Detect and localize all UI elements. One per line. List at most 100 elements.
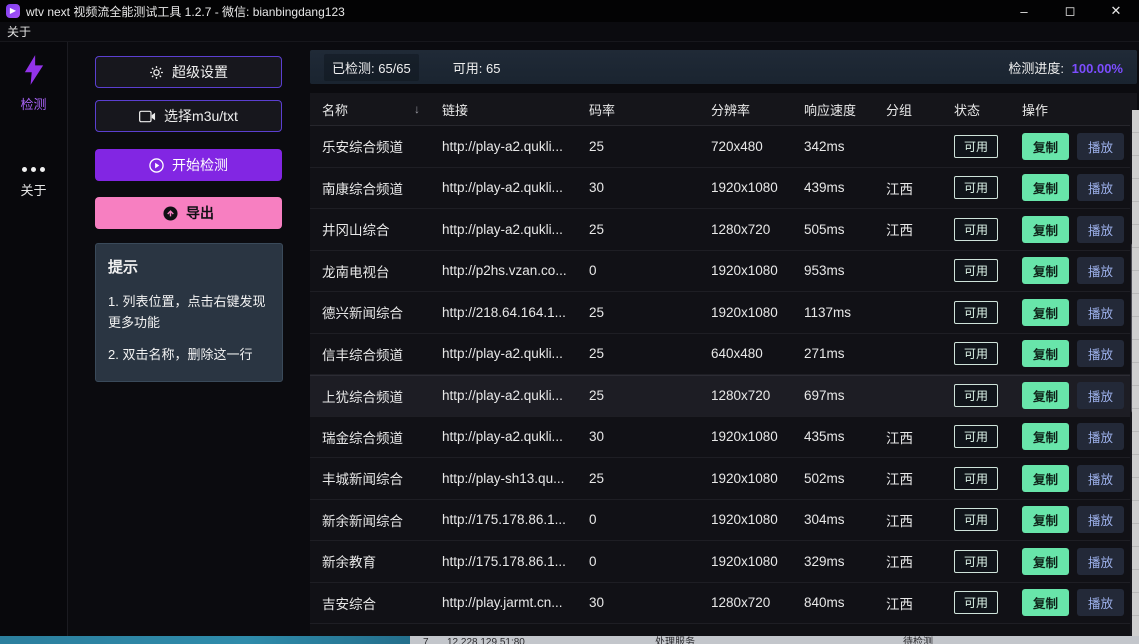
play-button[interactable]: 播放 <box>1077 423 1124 450</box>
bottom-edge: 7 12.228.129.51:80 处理服务 待检测 <box>0 636 1139 644</box>
table-row[interactable]: 南康综合频道 http://play-a2.qukli... 30 1920x1… <box>310 168 1137 210</box>
table-row[interactable]: 丰城新闻综合 http://play-sh13.qu... 25 1920x10… <box>310 458 1137 500</box>
cell-name[interactable]: 德兴新闻综合 <box>310 302 430 322</box>
header-response[interactable]: 响应速度 <box>792 100 874 119</box>
header-url[interactable]: 链接 <box>430 100 577 119</box>
checked-count: 已检测: 65/65 <box>324 54 419 81</box>
title-bar: ▶ wtv next 视频流全能测试工具 1.2.7 - 微信: bianbin… <box>0 0 1139 22</box>
status-badge: 可用 <box>954 259 998 282</box>
table-row[interactable]: 信丰综合频道 http://play-a2.qukli... 25 640x48… <box>310 334 1137 376</box>
table-row[interactable]: 龙南电视台 http://p2hs.vzan.co... 0 1920x1080… <box>310 251 1137 293</box>
cell-url: http://play-a2.qukli... <box>430 222 577 237</box>
cell-resolution: 1920x1080 <box>699 263 792 278</box>
cell-url: http://play-a2.qukli... <box>430 388 577 403</box>
cell-resolution: 1920x1080 <box>699 305 792 320</box>
cell-resolution: 720x480 <box>699 139 792 154</box>
play-button[interactable]: 播放 <box>1077 382 1124 409</box>
start-check-button[interactable]: 开始检测 <box>95 149 282 181</box>
sidebar-item-about[interactable]: 关于 <box>20 157 46 199</box>
cell-name[interactable]: 新余新闻综合 <box>310 510 430 530</box>
app-window: ▶ wtv next 视频流全能测试工具 1.2.7 - 微信: bianbin… <box>0 0 1139 644</box>
cell-bitrate: 25 <box>577 139 699 154</box>
copy-button[interactable]: 复制 <box>1022 548 1069 575</box>
cell-url: http://175.178.86.1... <box>430 512 577 527</box>
table-row[interactable]: 乐安综合频道 http://play-a2.qukli... 25 720x48… <box>310 126 1137 168</box>
table-row[interactable]: 新余新闻综合 http://175.178.86.1... 0 1920x108… <box>310 500 1137 542</box>
cell-name[interactable]: 丰城新闻综合 <box>310 468 430 488</box>
cell-response: 953ms <box>792 263 874 278</box>
table-row[interactable]: 井冈山综合 http://play-a2.qukli... 25 1280x72… <box>310 209 1137 251</box>
export-circle-icon <box>163 206 178 221</box>
cell-url: http://play-sh13.qu... <box>430 471 577 486</box>
table-row[interactable]: 新余教育 http://175.178.86.1... 0 1920x1080 … <box>310 541 1137 583</box>
cell-group: 江西 <box>874 219 942 239</box>
copy-button[interactable]: 复制 <box>1022 589 1069 616</box>
choose-m3u-button[interactable]: 选择m3u/txt <box>95 100 282 132</box>
play-button[interactable]: 播放 <box>1077 340 1124 367</box>
play-button[interactable]: 播放 <box>1077 257 1124 284</box>
cell-response: 505ms <box>792 222 874 237</box>
copy-button[interactable]: 复制 <box>1022 299 1069 326</box>
status-badge: 可用 <box>954 467 998 490</box>
play-button[interactable]: 播放 <box>1077 548 1124 575</box>
sidebar-item-check[interactable]: 检测 <box>20 54 48 113</box>
close-button[interactable]: ✕ <box>1093 0 1139 22</box>
table-row[interactable]: 吉安综合 http://play.jarmt.cn... 30 1280x720… <box>310 583 1137 625</box>
cell-name[interactable]: 瑞金综合频道 <box>310 427 430 447</box>
copy-button[interactable]: 复制 <box>1022 423 1069 450</box>
copy-button[interactable]: 复制 <box>1022 174 1069 201</box>
play-button[interactable]: 播放 <box>1077 506 1124 533</box>
play-button[interactable]: 播放 <box>1077 216 1124 243</box>
cell-url: http://play-a2.qukli... <box>430 346 577 361</box>
copy-button[interactable]: 复制 <box>1022 382 1069 409</box>
play-button[interactable]: 播放 <box>1077 174 1124 201</box>
copy-button[interactable]: 复制 <box>1022 216 1069 243</box>
copy-button[interactable]: 复制 <box>1022 465 1069 492</box>
sidebar-item-label: 检测 <box>20 94 46 113</box>
cell-name[interactable]: 信丰综合频道 <box>310 344 430 364</box>
bg-status-text: 待检测 <box>903 637 933 644</box>
status-badge: 可用 <box>954 384 998 407</box>
tip-title: 提示 <box>108 256 270 277</box>
minimize-button[interactable]: – <box>1001 0 1047 22</box>
copy-button[interactable]: 复制 <box>1022 133 1069 160</box>
header-group[interactable]: 分组 <box>874 100 942 119</box>
cell-group: 江西 <box>874 427 942 447</box>
menu-about[interactable]: 关于 <box>7 23 31 40</box>
cell-name[interactable]: 上犹综合频道 <box>310 386 430 406</box>
maximize-button[interactable]: ◻ <box>1047 0 1093 22</box>
table-header-row: 名称 ↓ 链接 码率 分辨率 响应速度 分组 状态 操作 <box>310 93 1137 126</box>
more-dots-icon <box>22 167 45 172</box>
cell-resolution: 1280x720 <box>699 222 792 237</box>
cell-name[interactable]: 吉安综合 <box>310 593 430 613</box>
sidebar-item-label: 关于 <box>20 180 46 199</box>
cell-bitrate: 25 <box>577 346 699 361</box>
header-resolution[interactable]: 分辨率 <box>699 100 792 119</box>
cell-name[interactable]: 井冈山综合 <box>310 219 430 239</box>
header-status[interactable]: 状态 <box>942 100 1010 119</box>
play-button[interactable]: 播放 <box>1077 465 1124 492</box>
play-button[interactable]: 播放 <box>1077 133 1124 160</box>
table-row[interactable]: 德兴新闻综合 http://218.64.164.1... 25 1920x10… <box>310 292 1137 334</box>
copy-button[interactable]: 复制 <box>1022 506 1069 533</box>
cell-resolution: 1920x1080 <box>699 180 792 195</box>
table-row[interactable]: 瑞金综合频道 http://play-a2.qukli... 30 1920x1… <box>310 417 1137 459</box>
sort-desc-icon[interactable]: ↓ <box>414 102 420 116</box>
export-button[interactable]: 导出 <box>95 197 282 229</box>
copy-button[interactable]: 复制 <box>1022 257 1069 284</box>
play-button[interactable]: 播放 <box>1077 589 1124 616</box>
play-button[interactable]: 播放 <box>1077 299 1124 326</box>
cell-name[interactable]: 新余教育 <box>310 551 430 571</box>
cell-name[interactable]: 龙南电视台 <box>310 261 430 281</box>
cell-bitrate: 25 <box>577 388 699 403</box>
super-settings-button[interactable]: 超级设置 <box>95 56 282 88</box>
cell-url: http://p2hs.vzan.co... <box>430 263 577 278</box>
header-bitrate[interactable]: 码率 <box>577 100 699 119</box>
copy-button[interactable]: 复制 <box>1022 340 1069 367</box>
header-name[interactable]: 名称 <box>322 100 348 119</box>
cell-name[interactable]: 乐安综合频道 <box>310 136 430 156</box>
cell-name[interactable]: 南康综合频道 <box>310 178 430 198</box>
table-row[interactable]: 上犹综合频道 http://play-a2.qukli... 25 1280x7… <box>310 375 1137 417</box>
cell-bitrate: 25 <box>577 305 699 320</box>
cell-resolution: 1920x1080 <box>699 429 792 444</box>
